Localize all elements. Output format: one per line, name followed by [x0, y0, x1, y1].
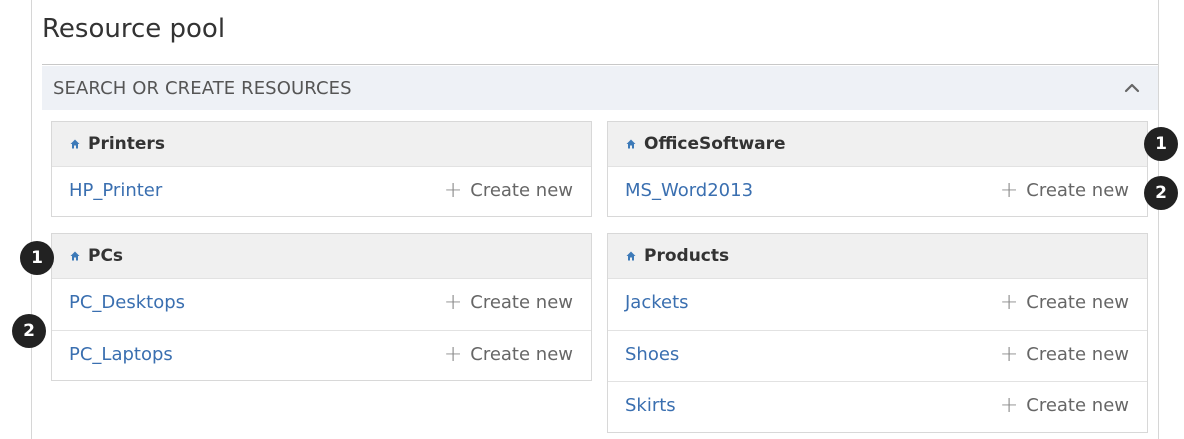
card-title-text: OfficeSoftware [644, 134, 786, 154]
create-new-label: Create new [1026, 395, 1129, 416]
create-new-label: Create new [1026, 292, 1129, 313]
plus-icon: + [999, 289, 1019, 315]
card-title: Printers [70, 134, 165, 154]
card-title: Products [626, 246, 729, 266]
create-new-button[interactable]: + Create new [443, 341, 573, 367]
card-printers: Printers HP_Printer + Create new [51, 121, 592, 217]
create-new-button[interactable]: + Create new [999, 341, 1129, 367]
card-title-text: Printers [88, 134, 165, 154]
card-pcs: PCs PC_Desktops + Create new PC_Laptops +… [51, 233, 592, 381]
plus-icon: + [443, 177, 463, 203]
title-divider [42, 64, 1158, 65]
search-or-create-section-header[interactable]: SEARCH OR CREATE RESOURCES [42, 66, 1158, 110]
home-icon [626, 251, 636, 261]
resource-pool-panel: Resource pool SEARCH OR CREATE RESOURCES… [0, 0, 1184, 439]
list-item: Skirts + Create new [608, 381, 1147, 432]
resource-link-shoes[interactable]: Shoes [625, 344, 679, 365]
resource-link-hp-printer[interactable]: HP_Printer [69, 180, 162, 201]
list-item: PC_Laptops + Create new [52, 330, 591, 381]
create-new-label: Create new [1026, 344, 1129, 365]
resource-link-pc-desktops[interactable]: PC_Desktops [69, 292, 185, 313]
create-new-button[interactable]: + Create new [999, 392, 1129, 418]
right-border [1158, 0, 1159, 439]
home-icon [626, 139, 636, 149]
card-title: OfficeSoftware [626, 134, 786, 154]
home-icon [70, 139, 80, 149]
callout-badge-2: 2 [12, 314, 46, 348]
create-new-button[interactable]: + Create new [999, 289, 1129, 315]
create-new-label: Create new [470, 344, 573, 365]
plus-icon: + [443, 289, 463, 315]
list-item: PC_Desktops + Create new [52, 279, 591, 330]
home-icon [70, 251, 80, 261]
plus-icon: + [999, 177, 1019, 203]
card-officesoftware: OfficeSoftware MS_Word2013 + Create new [607, 121, 1148, 217]
create-new-label: Create new [470, 180, 573, 201]
card-title: PCs [70, 246, 123, 266]
callout-badge-1: 1 [20, 241, 54, 275]
callout-badge-1: 1 [1144, 127, 1178, 161]
resource-link-skirts[interactable]: Skirts [625, 395, 676, 416]
card-header: Products [608, 234, 1147, 279]
plus-icon: + [999, 341, 1019, 367]
create-new-label: Create new [470, 292, 573, 313]
card-title-text: PCs [88, 246, 124, 266]
card-header: OfficeSoftware [608, 122, 1147, 167]
create-new-button[interactable]: + Create new [443, 289, 573, 315]
card-header: PCs [52, 234, 591, 279]
callout-badge-2: 2 [1144, 176, 1178, 210]
list-item: MS_Word2013 + Create new [608, 167, 1147, 218]
resource-link-jackets[interactable]: Jackets [625, 292, 689, 313]
create-new-button[interactable]: + Create new [999, 177, 1129, 203]
page-title: Resource pool [42, 14, 226, 44]
create-new-button[interactable]: + Create new [443, 177, 573, 203]
resource-link-pc-laptops[interactable]: PC_Laptops [69, 344, 173, 365]
resource-link-ms-word2013[interactable]: MS_Word2013 [625, 180, 753, 201]
section-label: SEARCH OR CREATE RESOURCES [53, 78, 352, 99]
create-new-label: Create new [1026, 180, 1129, 201]
card-header: Printers [52, 122, 591, 167]
plus-icon: + [999, 392, 1019, 418]
card-title-text: Products [644, 246, 730, 266]
chevron-up-icon[interactable] [1123, 80, 1141, 96]
plus-icon: + [443, 341, 463, 367]
left-border [31, 0, 32, 439]
card-products: Products Jackets + Create new Shoes + Crea… [607, 233, 1148, 433]
list-item: HP_Printer + Create new [52, 167, 591, 218]
list-item: Shoes + Create new [608, 330, 1147, 381]
list-item: Jackets + Create new [608, 279, 1147, 330]
